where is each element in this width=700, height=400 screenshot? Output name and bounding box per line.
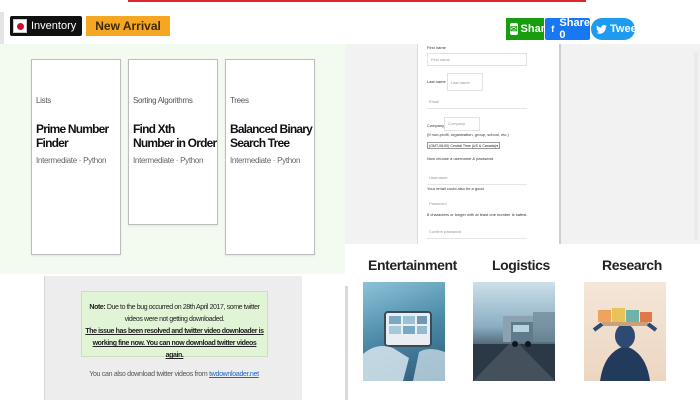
top-accent-line — [128, 0, 586, 2]
project-cards-panel: Lists Prime Number Finder Intermediate ·… — [0, 44, 345, 274]
whatsapp-share-button[interactable]: ✉ Share — [506, 18, 551, 40]
category-title-research: Research — [602, 257, 662, 273]
twitter-icon — [596, 23, 607, 35]
company-input[interactable]: Company — [444, 117, 480, 131]
brand-label: Inventory — [31, 20, 77, 32]
twitter-tweet-button[interactable]: Tweet — [591, 18, 640, 40]
facebook-share-button[interactable]: f Share 0 — [545, 17, 590, 41]
password-hint: 8 characters or longer with at least one… — [427, 212, 528, 217]
company-label: Company — [427, 123, 445, 128]
company-hint: (If non-profit, organization, group, sch… — [427, 132, 509, 137]
confirm-password-input[interactable]: Confirm password — [427, 226, 527, 239]
card-meta: Intermediate · Python — [133, 156, 204, 165]
note-text: Due to the bug occurred on 28th April 20… — [106, 304, 260, 323]
twitter-tweet-label: Tweet — [610, 23, 641, 35]
project-card[interactable]: Trees Balanced Binary Search Tree Interm… — [225, 59, 315, 255]
notice-panel: Note: Due to the bug occurred on 28th Ap… — [44, 276, 302, 400]
card-meta: Intermediate · Python — [36, 156, 107, 165]
facebook-share-label: Share 0 — [559, 17, 590, 41]
notice-box: Note: Due to the bug occurred on 28th Ap… — [81, 291, 268, 359]
password-input[interactable]: Password — [427, 198, 527, 211]
email-input[interactable]: Email — [427, 96, 527, 109]
whatsapp-icon: ✉ — [510, 23, 518, 35]
section-divider — [345, 286, 348, 400]
brand-chip[interactable]: Inventory — [10, 16, 83, 36]
timezone-value: (GMT-06:00) Central Time (US & Canada) — [429, 144, 497, 148]
card-title: Balanced Binary Search Tree — [230, 122, 313, 150]
card-meta: Intermediate · Python — [230, 156, 301, 165]
username-input[interactable]: Username — [427, 172, 527, 185]
signup-form-panel: First name First name Last name Last nam… — [345, 44, 700, 244]
also-text: You can also download twitter videos fro… — [89, 371, 208, 378]
username-hint: Your email could also be a good — [427, 186, 484, 191]
new-arrival-badge[interactable]: New Arrival — [86, 16, 170, 36]
research-image[interactable] — [584, 282, 666, 381]
scrollbar[interactable] — [694, 52, 698, 240]
project-card[interactable]: Sorting Algorithms Find Xth Number in Or… — [128, 59, 218, 225]
card-category: Lists — [36, 96, 51, 105]
last-name-label: Last name — [427, 79, 446, 84]
card-category: Sorting Algorithms — [133, 96, 193, 105]
category-title-logistics: Logistics — [492, 257, 550, 273]
note-prefix: Note: — [89, 304, 106, 311]
signup-form: First name First name Last name Last nam… — [417, 44, 561, 244]
card-title: Find Xth Number in Order — [133, 122, 217, 150]
first-name-label: First name — [427, 45, 446, 50]
project-card[interactable]: Lists Prime Number Finder Intermediate ·… — [31, 59, 121, 255]
chevron-down-icon: ▾ — [496, 144, 498, 148]
card-category: Trees — [230, 96, 249, 105]
facebook-icon: f — [551, 24, 555, 34]
alternate-download-text: You can also download twitter videos fro… — [45, 371, 303, 378]
last-name-input[interactable]: Last name — [447, 73, 483, 91]
credentials-section-label: Now choose a username & password — [427, 156, 494, 161]
japan-flag-icon — [13, 19, 27, 33]
entertainment-image[interactable] — [363, 282, 445, 381]
first-name-input[interactable]: First name — [427, 53, 527, 66]
top-left-header: Inventory New Arrival — [4, 12, 170, 40]
twdownloader-link[interactable]: twdownloader.net — [209, 371, 259, 378]
resolved-text: The issue has been resolved and twitter … — [85, 328, 264, 359]
timezone-select[interactable]: (GMT-06:00) Central Time (US & Canada) ▾ — [427, 142, 500, 149]
logistics-image[interactable] — [473, 282, 555, 381]
category-title-entertainment: Entertainment — [368, 257, 457, 273]
card-title: Prime Number Finder — [36, 122, 109, 150]
